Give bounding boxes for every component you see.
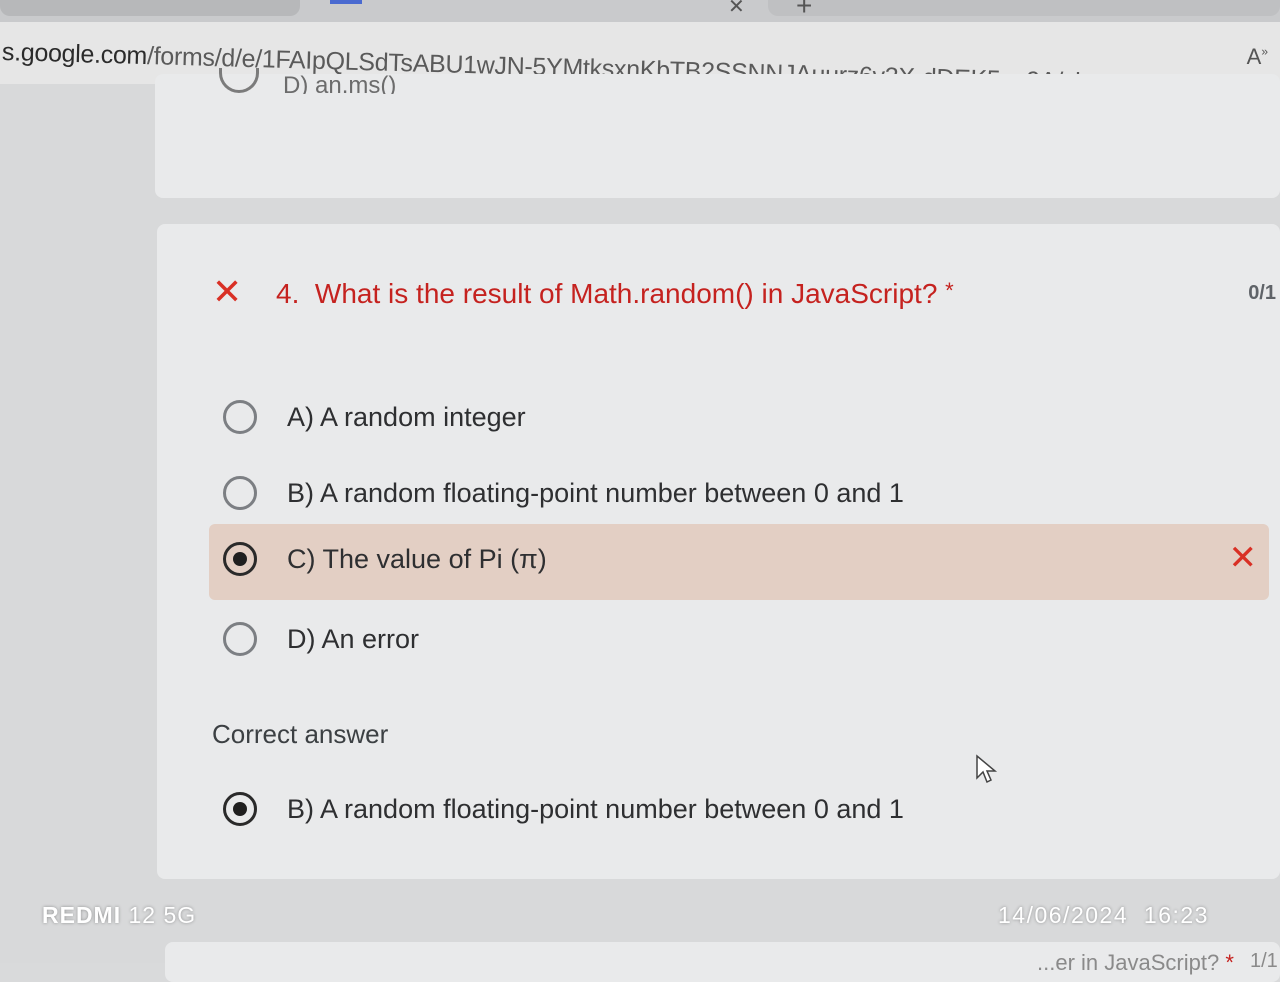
mouse-pointer-icon — [976, 754, 998, 784]
radio-button-checked-icon[interactable] — [223, 542, 257, 576]
option-label: D) An error — [287, 624, 420, 654]
required-asterisk: * — [945, 278, 954, 303]
incorrect-x-icon: ✕ — [1228, 539, 1258, 577]
incorrect-x-icon: ✕ — [212, 271, 243, 312]
previous-question-card: D) an.ms() — [155, 68, 1280, 198]
camera-model: 12 5G — [128, 902, 197, 928]
read-aloud-icon[interactable]: A» — [1247, 44, 1268, 70]
close-tab-icon[interactable]: ✕ — [728, 0, 745, 19]
option-label: B) A random floating-point number betwee… — [287, 478, 904, 508]
capture-date: 14/06/2024 — [998, 902, 1129, 928]
next-question-card: ...er in JavaScript? * 1/1 — [165, 942, 1280, 982]
question-header: ✕ 4. What is the result of Math.random()… — [212, 271, 1276, 314]
option-b[interactable]: B) A random floating-point number betwee… — [209, 458, 1269, 534]
option-d[interactable]: D) An error — [209, 604, 1269, 680]
previous-option-label: D) an.ms() — [283, 72, 397, 94]
option-a[interactable]: A) A random integer — [209, 382, 1269, 458]
browser-tab[interactable] — [768, 0, 1280, 16]
capture-time: 16:23 — [1143, 902, 1209, 928]
new-tab-icon[interactable]: + — [796, 0, 812, 22]
browser-tab-bar: ✕ + — [0, 0, 1280, 22]
radio-button-checked-icon — [223, 792, 257, 826]
correct-answer-label: B) A random floating-point number betwee… — [287, 794, 904, 824]
radio-button-icon[interactable] — [219, 68, 259, 93]
question-text: What is the result of Math.random() in J… — [314, 278, 938, 309]
camera-brand: REDMI — [42, 902, 122, 928]
radio-button-icon[interactable] — [223, 622, 257, 656]
form-page: D) an.ms() ✕ 4. What is the result of Ma… — [0, 68, 1280, 982]
camera-timestamp-watermark: 14/06/2024 16:23 — [998, 902, 1209, 929]
correct-answer-heading: Correct answer — [212, 719, 389, 749]
question-number: 4. — [276, 278, 300, 309]
next-question-score: 1/1 — [1250, 950, 1278, 972]
option-label: A) A random integer — [287, 402, 526, 432]
next-question-title: ...er in JavaScript? * — [1037, 950, 1234, 976]
question-title: 4. What is the result of Math.random() i… — [276, 278, 954, 310]
option-c-selected-wrong[interactable]: C) The value of Pi (π) ✕ — [209, 524, 1269, 600]
question-card: ✕ 4. What is the result of Math.random()… — [157, 224, 1280, 879]
correct-answer-option: B) A random floating-point number betwee… — [209, 774, 1269, 850]
camera-device-watermark: REDMI 12 5G — [42, 902, 196, 929]
browser-tab[interactable] — [0, 0, 300, 16]
option-label: C) The value of Pi (π) — [287, 544, 547, 574]
radio-button-icon[interactable] — [223, 476, 257, 510]
url-host: s.google.com — [1, 38, 148, 71]
question-score: 0/1 — [1248, 282, 1276, 304]
active-tab-indicator — [330, 0, 362, 4]
radio-button-icon[interactable] — [223, 400, 257, 434]
